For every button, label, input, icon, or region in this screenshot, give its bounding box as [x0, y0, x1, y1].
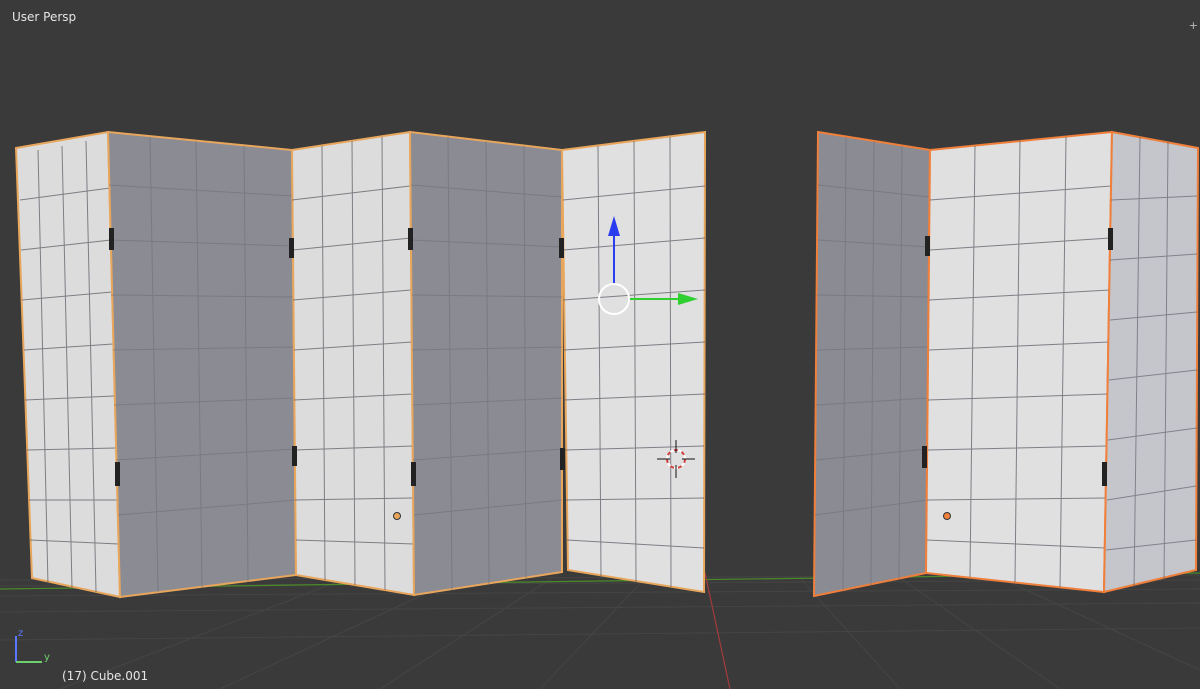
folding-screen-right[interactable] [812, 130, 1200, 598]
3d-viewport[interactable]: User Persp + z y (17) Cube.001 [0, 0, 1200, 689]
folding-screen-left[interactable] [14, 130, 707, 599]
view-label: User Persp [12, 10, 77, 24]
panel-1[interactable] [14, 130, 122, 599]
object-origin-icon [943, 512, 951, 520]
y-axis-line [704, 572, 731, 689]
panel-3[interactable] [290, 130, 416, 597]
object-origin-icon [393, 512, 401, 520]
corner-widget-icon[interactable]: + [1189, 20, 1198, 31]
panel-5[interactable] [560, 130, 707, 594]
viewport-scene[interactable] [0, 0, 1200, 689]
axis-z-label: z [18, 628, 24, 639]
panel-8[interactable] [1102, 130, 1200, 594]
object-label: (17) Cube.001 [62, 669, 149, 683]
panel-2[interactable] [106, 130, 298, 599]
axis-y-label: y [44, 652, 50, 663]
